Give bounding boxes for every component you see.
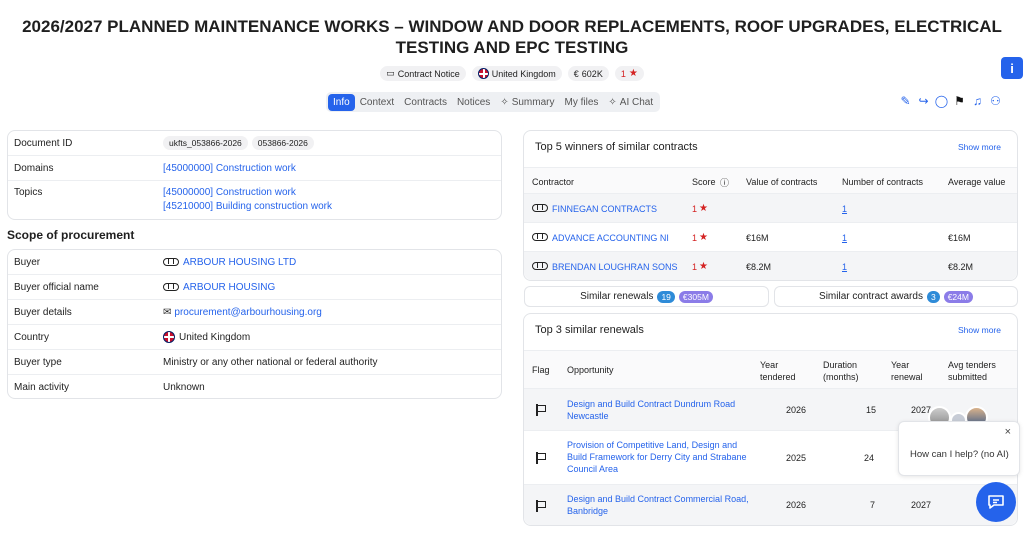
uk-flag-icon xyxy=(477,68,489,79)
tab-notices[interactable]: Notices xyxy=(452,94,495,111)
winners-header-row: Contractor Score ⓘ Value of contracts Nu… xyxy=(524,167,1017,193)
tab-info[interactable]: Info xyxy=(328,93,355,111)
document-id-row: Document ID ukfts_053866-2026 053866-202… xyxy=(8,131,501,156)
euro-icon: € xyxy=(573,68,579,79)
table-row: BRENDAN LOUGHRAN SONS 1 ★ €8.2M 1 €8.2M xyxy=(524,251,1017,280)
renewals-header-row: Flag Opportunity Year tendered Duration … xyxy=(524,350,1017,388)
flag-icon[interactable] xyxy=(536,500,546,512)
chat-bubble-icon xyxy=(988,495,1004,509)
tab-bar: Info Context Contracts Notices ✧ Summary … xyxy=(326,92,661,112)
topic-link[interactable]: [45000000] Construction work xyxy=(163,187,332,198)
renewals-title: Top 3 similar renewals xyxy=(535,324,644,336)
sparkle-icon: ✧ xyxy=(500,96,509,108)
tab-my-files[interactable]: My files xyxy=(560,94,604,111)
winners-title: Top 5 winners of similar contracts xyxy=(535,141,698,153)
info-button[interactable]: i xyxy=(1001,57,1023,79)
tab-contracts[interactable]: Contracts xyxy=(399,94,452,111)
details-card: Document ID ukfts_053866-2026 053866-202… xyxy=(7,130,502,220)
tab-summary[interactable]: ✧ Summary xyxy=(495,94,559,111)
organization-icon xyxy=(532,204,548,212)
tab-context[interactable]: Context xyxy=(355,94,399,111)
domains-row: Domains [45000000] Construction work xyxy=(8,156,501,181)
close-icon[interactable]: × xyxy=(1005,426,1011,438)
organization-icon xyxy=(163,283,179,291)
renewals-show-more-link[interactable]: Show more xyxy=(958,325,1001,335)
buyer-official-name-link[interactable]: ARBOUR HOUSING xyxy=(183,282,275,293)
star-icon: ★ xyxy=(628,68,638,79)
buyer-type-row: Buyer type Ministry or any other nationa… xyxy=(8,350,501,375)
table-row: FINNEGAN CONTRACTS 1 ★ 1 xyxy=(524,193,1017,222)
topics-row: Topics [45000000] Construction work [452… xyxy=(14,187,332,212)
uk-flag-icon xyxy=(163,331,175,343)
star-icon: ★ xyxy=(699,232,708,243)
scope-card: Buyer ARBOUR HOUSING LTD Buyer official … xyxy=(7,249,502,399)
document-id-chip: ukfts_053866-2026 xyxy=(163,136,248,150)
rating-badge: 1 ★ xyxy=(614,66,644,81)
buyer-email-link[interactable]: procurement@arbourhousing.org xyxy=(174,307,321,318)
star-icon: ★ xyxy=(699,203,708,214)
action-toolbar: ✎ ↪ ◯ ⚑ ♫ ⚇ xyxy=(899,94,1002,108)
add-user-icon[interactable]: ⚇ xyxy=(989,94,1002,108)
star-icon: ★ xyxy=(699,261,708,272)
organization-icon xyxy=(532,262,548,270)
folder-icon: ▭ xyxy=(386,68,395,78)
organization-icon xyxy=(163,258,179,266)
winners-card: Top 5 winners of similar contracts Show … xyxy=(523,130,1018,281)
header-badges: ▭ Contract Notice United Kingdom €602K 1 ★ xyxy=(0,66,1024,81)
table-row: Design and Build Contract Commercial Roa… xyxy=(524,484,1017,525)
country-badge: United Kingdom xyxy=(471,66,562,81)
similar-awards-pill[interactable]: Similar contract awards 3 €24M xyxy=(774,286,1018,307)
value-badge: €602K xyxy=(567,66,609,81)
chat-launcher-button[interactable] xyxy=(976,482,1016,522)
country-row: Country United Kingdom xyxy=(8,325,501,350)
edit-icon[interactable]: ✎ xyxy=(899,94,912,108)
document-id-chip: 053866-2026 xyxy=(251,136,314,150)
page-title: 2026/2027 PLANNED MAINTENANCE WORKS – WI… xyxy=(22,17,1002,57)
help-circle-icon[interactable]: ⓘ xyxy=(720,176,729,189)
topic-link[interactable]: [45210000] Building construction work xyxy=(163,201,332,212)
tab-ai-chat[interactable]: ✧ AI Chat xyxy=(603,94,658,111)
sparkle-icon: ✧ xyxy=(608,96,617,108)
buyer-details-row: Buyer details ✉ procurement@arbourhousin… xyxy=(8,300,501,325)
bell-icon[interactable]: ♫ xyxy=(971,94,984,108)
flag-icon[interactable] xyxy=(536,452,546,464)
buyer-link[interactable]: ARBOUR HOUSING LTD xyxy=(183,257,296,268)
domain-link[interactable]: [45000000] Construction work xyxy=(163,163,296,174)
comment-icon[interactable]: ◯ xyxy=(935,94,948,108)
organization-icon xyxy=(532,233,548,241)
flag-icon[interactable] xyxy=(536,404,546,416)
share-icon[interactable]: ↪ xyxy=(917,94,930,108)
mail-icon: ✉ xyxy=(163,306,172,318)
flag-icon[interactable]: ⚑ xyxy=(953,94,966,108)
similar-renewals-pill[interactable]: Similar renewals 19 €305M xyxy=(524,286,769,307)
chat-popup: × How can I help? (no AI) xyxy=(898,421,1020,476)
buyer-official-name-row: Buyer official name ARBOUR HOUSING xyxy=(8,275,501,300)
chat-prompt[interactable]: How can I help? (no AI) xyxy=(910,449,1009,460)
notice-type-badge: ▭ Contract Notice xyxy=(380,66,466,81)
buyer-row: Buyer ARBOUR HOUSING LTD xyxy=(8,250,501,275)
winners-show-more-link[interactable]: Show more xyxy=(958,142,1001,152)
table-row: ADVANCE ACCOUNTING NI 1 ★ €16M 1 €16M xyxy=(524,222,1017,251)
scope-heading: Scope of procurement xyxy=(7,228,135,242)
main-activity-row: Main activity Unknown xyxy=(14,382,205,393)
